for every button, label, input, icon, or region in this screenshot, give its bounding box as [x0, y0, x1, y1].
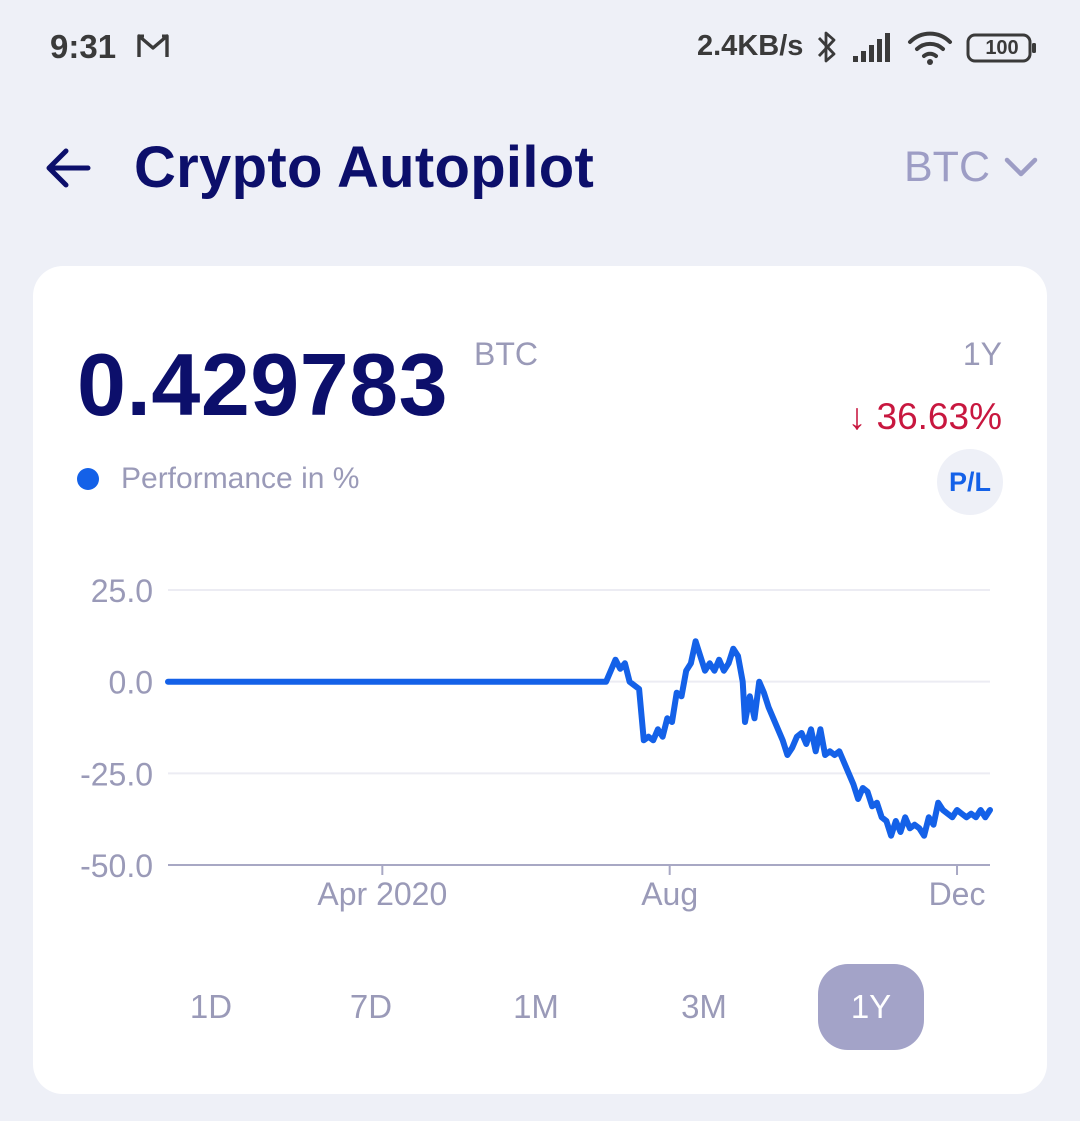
coin-selector[interactable]: BTC [904, 142, 1038, 192]
chart-legend: Performance in % [77, 462, 359, 496]
performance-chart: 25.0 0.0 -25.0 -50.0 Apr 2020 Aug Dec [80, 573, 993, 912]
pl-toggle-button[interactable]: P/L [937, 449, 1003, 515]
legend-dot [77, 468, 99, 490]
range-tab-7d[interactable]: 7D [318, 964, 424, 1050]
range-tab-1d[interactable]: 1D [158, 964, 264, 1050]
x-tick-label: Apr 2020 [317, 876, 447, 912]
status-time: 9:31 [50, 28, 117, 65]
balance-value: 0.429783 [77, 335, 449, 434]
y-tick-label: -50.0 [80, 848, 153, 884]
battery-level: 100 [985, 37, 1019, 59]
y-tick-label: 0.0 [109, 665, 153, 701]
legend-label: Performance in % [121, 462, 360, 495]
status-bar: 9:31 2.4KB/s 100 [0, 0, 1080, 100]
bluetooth-icon [815, 29, 839, 70]
arrow-left-icon [46, 148, 91, 188]
range-tab-1y[interactable]: 1Y [818, 964, 924, 1050]
range-tab-1m[interactable]: 1M [483, 964, 589, 1050]
performance-card: 0.429783 BTC 1Y ↓ 36.63% Performance in … [33, 266, 1047, 1094]
app-bar: Crypto Autopilot BTC [0, 110, 1080, 220]
wifi-icon [907, 30, 953, 71]
change-percent: ↓ 36.63% [847, 396, 1002, 437]
coin-selector-label: BTC [904, 142, 990, 191]
balance-unit: BTC [474, 336, 538, 372]
signal-icon [852, 32, 894, 67]
y-tick-label: -25.0 [80, 756, 153, 792]
gmail-icon [136, 32, 170, 65]
range-tab-3m[interactable]: 3M [651, 964, 757, 1050]
x-tick-label: Aug [641, 876, 698, 912]
x-tick-label: Dec [929, 876, 986, 912]
y-tick-label: 25.0 [91, 573, 153, 609]
chevron-down-icon [1004, 157, 1038, 177]
network-speed: 2.4KB/s [697, 30, 804, 62]
range-tabs: 1D 7D 1M 3M 1Y [33, 964, 1047, 1050]
page-title: Crypto Autopilot [134, 135, 595, 200]
performance-line [165, 638, 993, 839]
back-button[interactable] [40, 140, 96, 196]
period-label: 1Y [962, 336, 1002, 372]
